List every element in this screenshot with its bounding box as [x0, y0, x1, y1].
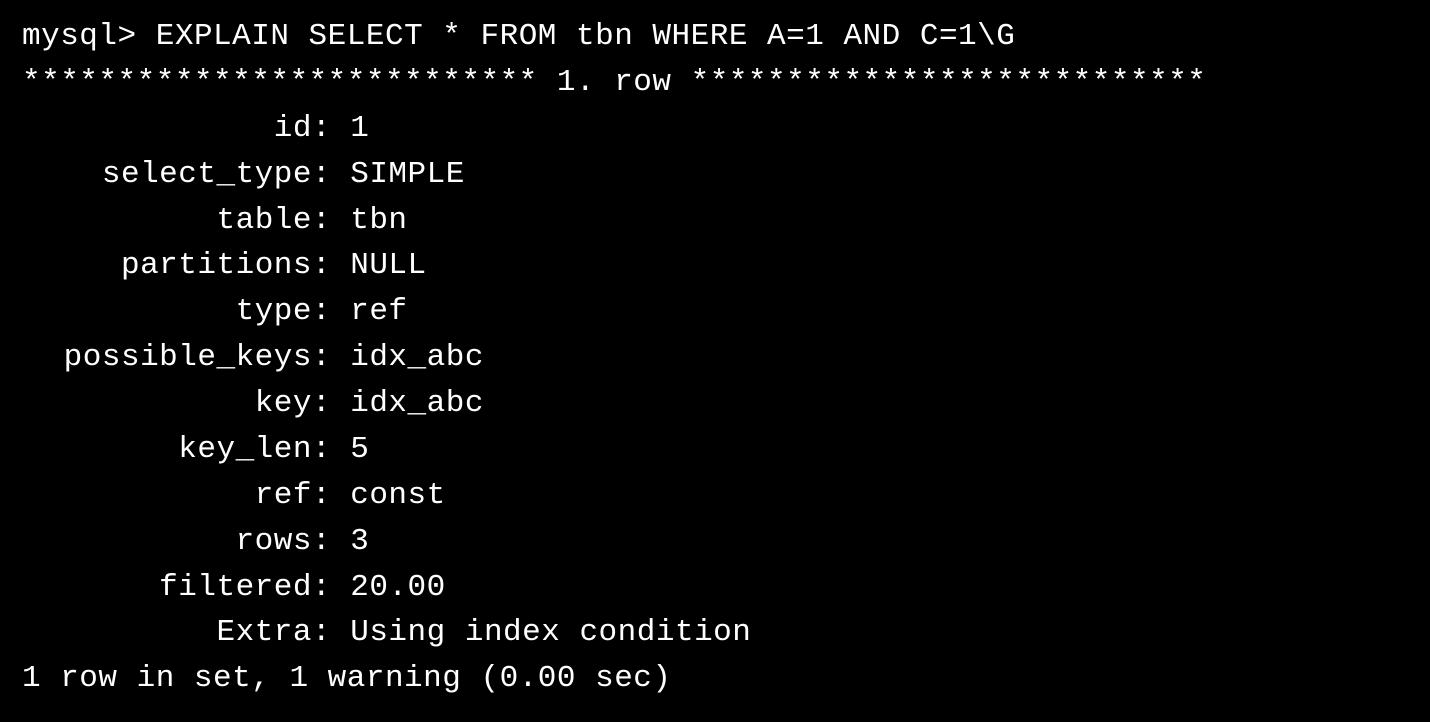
result-row-value: Using index condition	[350, 610, 751, 656]
result-row-label: select_type	[22, 152, 312, 198]
separator-left-stars: ***************************	[22, 65, 538, 100]
result-row-colon: :	[312, 519, 350, 565]
result-row: possible_keys: idx_abc	[22, 335, 1408, 381]
result-row-label: table	[22, 198, 312, 244]
result-row-label: Extra	[22, 610, 312, 656]
result-row-label: type	[22, 289, 312, 335]
result-row-colon: :	[312, 106, 350, 152]
result-row: id: 1	[22, 106, 1408, 152]
result-row-colon: :	[312, 198, 350, 244]
result-row-value: tbn	[350, 198, 407, 244]
result-row-label: partitions	[22, 243, 312, 289]
result-rows: id: 1select_type: SIMPLEtable: tbnpartit…	[22, 106, 1408, 657]
result-row: Extra: Using index condition	[22, 610, 1408, 656]
result-row-value: SIMPLE	[350, 152, 465, 198]
result-row: table: tbn	[22, 198, 1408, 244]
row-separator: *************************** 1. row *****…	[22, 60, 1408, 106]
sql-command: EXPLAIN SELECT * FROM tbn WHERE A=1 AND …	[156, 19, 1016, 54]
result-row: rows: 3	[22, 519, 1408, 565]
result-row-colon: :	[312, 473, 350, 519]
separator-marker: 1. row	[538, 65, 691, 100]
result-row-value: const	[350, 473, 446, 519]
mysql-prompt: mysql>	[22, 19, 156, 54]
result-row: type: ref	[22, 289, 1408, 335]
result-row-colon: :	[312, 243, 350, 289]
result-row-value: 5	[350, 427, 369, 473]
result-row-colon: :	[312, 152, 350, 198]
result-row-colon: :	[312, 610, 350, 656]
result-row-label: key_len	[22, 427, 312, 473]
result-row: key_len: 5	[22, 427, 1408, 473]
terminal-output: mysql> EXPLAIN SELECT * FROM tbn WHERE A…	[22, 14, 1408, 702]
result-row: ref: const	[22, 473, 1408, 519]
result-footer: 1 row in set, 1 warning (0.00 sec)	[22, 656, 1408, 702]
command-line: mysql> EXPLAIN SELECT * FROM tbn WHERE A…	[22, 14, 1408, 60]
result-row-value: idx_abc	[350, 335, 484, 381]
result-row: key: idx_abc	[22, 381, 1408, 427]
result-row-value: 1	[350, 106, 369, 152]
result-row-value: 20.00	[350, 565, 446, 611]
result-row-value: 3	[350, 519, 369, 565]
result-row-colon: :	[312, 427, 350, 473]
result-row-value: idx_abc	[350, 381, 484, 427]
result-row-label: possible_keys	[22, 335, 312, 381]
result-row-label: key	[22, 381, 312, 427]
result-row-colon: :	[312, 335, 350, 381]
result-row-label: rows	[22, 519, 312, 565]
result-row-value: NULL	[350, 243, 426, 289]
result-row-value: ref	[350, 289, 407, 335]
result-row-colon: :	[312, 565, 350, 611]
result-row: select_type: SIMPLE	[22, 152, 1408, 198]
result-row: filtered: 20.00	[22, 565, 1408, 611]
result-row-label: id	[22, 106, 312, 152]
result-row-label: ref	[22, 473, 312, 519]
result-row: partitions: NULL	[22, 243, 1408, 289]
result-row-label: filtered	[22, 565, 312, 611]
separator-right-stars: ***************************	[691, 65, 1207, 100]
result-row-colon: :	[312, 381, 350, 427]
result-row-colon: :	[312, 289, 350, 335]
